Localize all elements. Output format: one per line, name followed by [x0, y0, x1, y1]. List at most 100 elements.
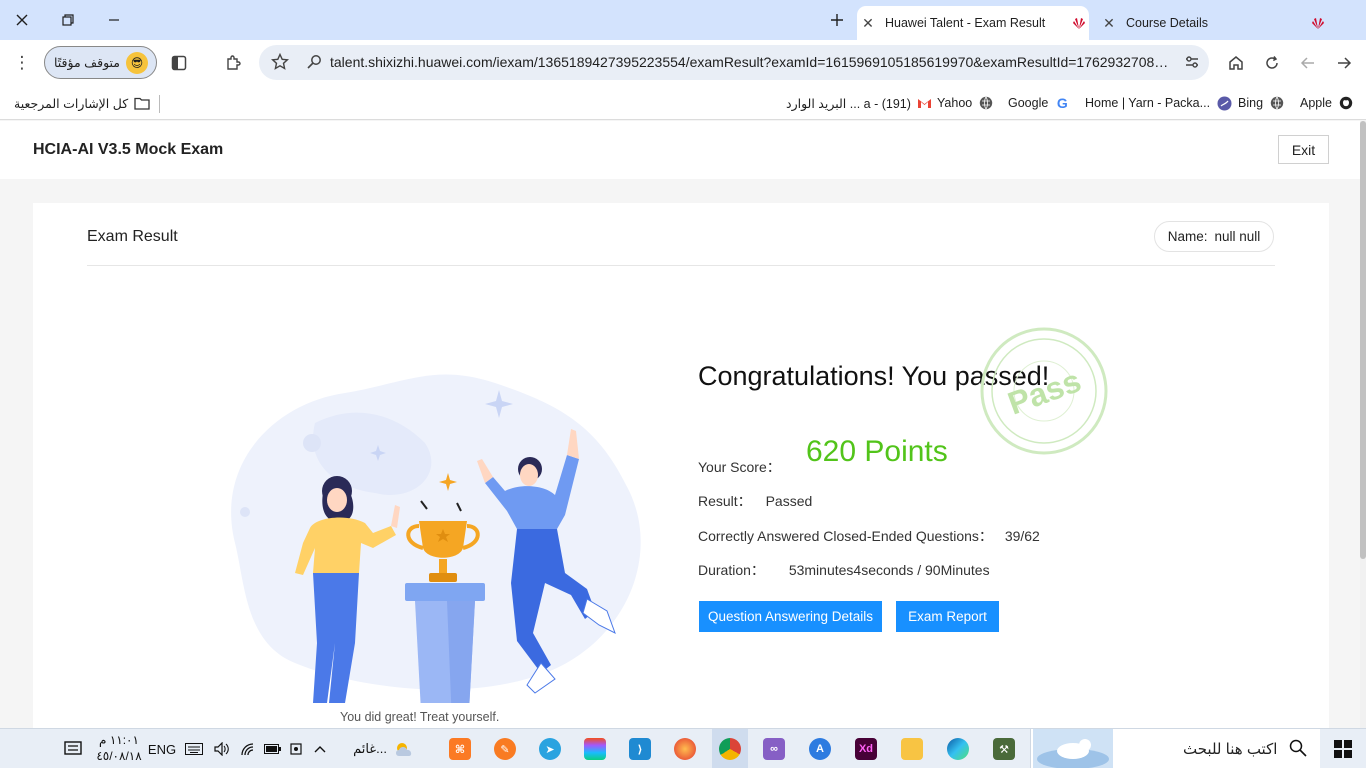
profile-button[interactable]: متوقف مؤقتًا 😎	[44, 46, 157, 79]
action-center-icon[interactable]	[58, 729, 88, 768]
exam-result-page: HCIA-AI V3.5 Mock Exam Exit Exam Result …	[0, 121, 1360, 728]
address-bar[interactable]: talent.shixizhi.huawei.com/iexam/1365189…	[259, 45, 1209, 80]
bookmark-apple[interactable]: Apple	[1300, 93, 1354, 113]
all-bookmarks-label: كل الإشارات المرجعية	[14, 96, 129, 111]
tools-app-icon[interactable]: ⚒	[988, 729, 1020, 768]
forward-icon[interactable]	[1330, 49, 1358, 77]
device-icon[interactable]	[284, 729, 308, 768]
bookmark-yahoo[interactable]: Yahoo	[937, 93, 994, 113]
question-details-button[interactable]: Question Answering Details	[699, 601, 882, 632]
file-explorer-app-icon[interactable]	[896, 729, 928, 768]
name-label: Name:	[1167, 229, 1208, 244]
more-menu-icon[interactable]: ⋮	[8, 49, 36, 77]
new-tab-button[interactable]	[823, 6, 851, 34]
globe-icon	[1269, 95, 1285, 111]
vscode-app-icon[interactable]: ⟩	[624, 729, 656, 768]
search-highlight-image	[1033, 729, 1113, 768]
side-panel-icon[interactable]	[165, 49, 193, 77]
tab-huawei-exam-result[interactable]: ✕ Huawei Talent - Exam Result	[857, 6, 1089, 40]
volume-icon[interactable]	[210, 729, 234, 768]
cloud-icon	[395, 743, 412, 756]
name-value: null null	[1214, 229, 1261, 244]
visual-studio-app-icon[interactable]: ∞	[758, 729, 790, 768]
tab-close-icon[interactable]: ✕	[857, 15, 879, 32]
score-row: Your Score：	[698, 457, 781, 477]
battery-icon[interactable]	[260, 729, 284, 768]
language-indicator[interactable]: ENG	[146, 729, 178, 768]
huawei-favicon-icon	[1308, 15, 1328, 31]
pass-stamp: Pass	[980, 327, 1108, 455]
bookmark-bing[interactable]: Bing	[1238, 93, 1285, 113]
bookmark-star-icon[interactable]	[270, 52, 290, 76]
restore-window-icon[interactable]	[52, 6, 84, 34]
notification-app-icon[interactable]	[16, 729, 50, 768]
tab-title: Course Details	[1126, 16, 1208, 30]
all-bookmarks-button[interactable]: كل الإشارات المرجعية	[14, 93, 150, 113]
keyboard-icon[interactable]	[182, 729, 206, 768]
celebration-illustration	[231, 374, 641, 703]
bookmark-label: Google	[1008, 96, 1049, 110]
close-window-icon[interactable]	[6, 6, 38, 34]
weather-text: غائم...	[353, 741, 387, 756]
scrollbar-thumb[interactable]	[1360, 121, 1366, 559]
bookmark-label: Yahoo	[937, 96, 973, 110]
clock[interactable]: ١١:٠١ م ٤٥/٠٨/١٨	[93, 732, 145, 764]
chrome-app-icon[interactable]	[712, 729, 748, 768]
taskbar-search[interactable]: اكتب هنا للبحث	[1030, 729, 1320, 768]
result-value: Passed	[765, 493, 813, 509]
result-row: Result： Passed	[698, 491, 812, 511]
weather-widget[interactable]: غائم...	[347, 729, 423, 768]
telegram-app-icon[interactable]: ➤	[534, 729, 566, 768]
result-label: Result：	[698, 493, 752, 509]
app-store-icon[interactable]: A	[804, 729, 836, 768]
bookmark-gmail[interactable]: البريد الوارد ... a - (191)	[786, 93, 933, 113]
search-placeholder: اكتب هنا للبحث	[1183, 741, 1278, 758]
bookmark-label: Home | Yarn - Packa...	[1085, 96, 1211, 110]
tab-course-details[interactable]: ✕ Course Details	[1098, 6, 1328, 40]
treat-message: You did great! Treat yourself.	[340, 710, 500, 724]
back-icon[interactable]	[1294, 49, 1322, 77]
windows-logo-icon	[1334, 740, 1352, 758]
exam-report-button[interactable]: Exam Report	[896, 601, 999, 632]
minimize-window-icon[interactable]	[98, 6, 130, 34]
browser-toolbar: ⋮ متوقف مؤقتًا 😎 talent.shixizhi.huawei.…	[0, 40, 1366, 86]
adobe-xd-app-icon[interactable]: Xd	[850, 729, 882, 768]
start-button[interactable]	[1320, 729, 1366, 768]
card-title: Exam Result	[87, 228, 178, 245]
bookmark-google[interactable]: Google G	[1008, 93, 1070, 113]
page-header: HCIA-AI V3.5 Mock Exam Exit	[0, 121, 1360, 179]
reload-icon[interactable]	[1258, 49, 1286, 77]
bookmark-yarn[interactable]: Home | Yarn - Packa...	[1085, 93, 1232, 113]
clock-date: ٤٥/٠٨/١٨	[96, 749, 142, 763]
huawei-favicon-icon	[1069, 15, 1089, 31]
extensions-icon[interactable]	[219, 49, 247, 77]
firefox-app-icon[interactable]	[669, 729, 701, 768]
page-scrollbar[interactable]	[1360, 121, 1366, 728]
page-title: HCIA-AI V3.5 Mock Exam	[33, 141, 224, 158]
profile-status-label: متوقف مؤقتًا	[53, 56, 120, 70]
duration-value: 53minutes4seconds / 90Minutes	[788, 562, 990, 578]
url-text: talent.shixizhi.huawei.com/iexam/1365189…	[330, 54, 1175, 70]
google-icon: G	[1056, 95, 1068, 111]
score-value: 620 Points	[806, 435, 948, 468]
home-icon[interactable]	[1222, 49, 1250, 77]
correct-answers-value: 39/62	[1004, 528, 1040, 544]
profile-avatar-icon: 😎	[126, 51, 148, 74]
tune-icon[interactable]	[1184, 54, 1200, 75]
wifi-icon[interactable]	[236, 729, 260, 768]
xampp-app-icon[interactable]: ⌘	[444, 729, 476, 768]
duration-label: Duration：	[698, 562, 765, 578]
apple-icon	[1338, 95, 1354, 111]
name-badge: Name: null null	[1154, 221, 1274, 252]
figma-app-icon[interactable]	[579, 729, 611, 768]
edge-app-icon[interactable]	[942, 729, 974, 768]
pencil-app-icon[interactable]: ✎	[489, 729, 521, 768]
bookmarks-divider	[159, 95, 160, 113]
folder-icon	[134, 95, 150, 111]
chevron-up-icon[interactable]	[308, 729, 332, 768]
tab-strip: ✕ Huawei Talent - Exam Result ✕ Course D…	[0, 0, 1366, 40]
tab-close-icon[interactable]: ✕	[1098, 15, 1120, 32]
exit-button[interactable]: Exit	[1278, 135, 1329, 164]
site-info-icon[interactable]	[306, 54, 322, 75]
correct-answers-label: Correctly Answered Closed-Ended Question…	[698, 528, 993, 544]
